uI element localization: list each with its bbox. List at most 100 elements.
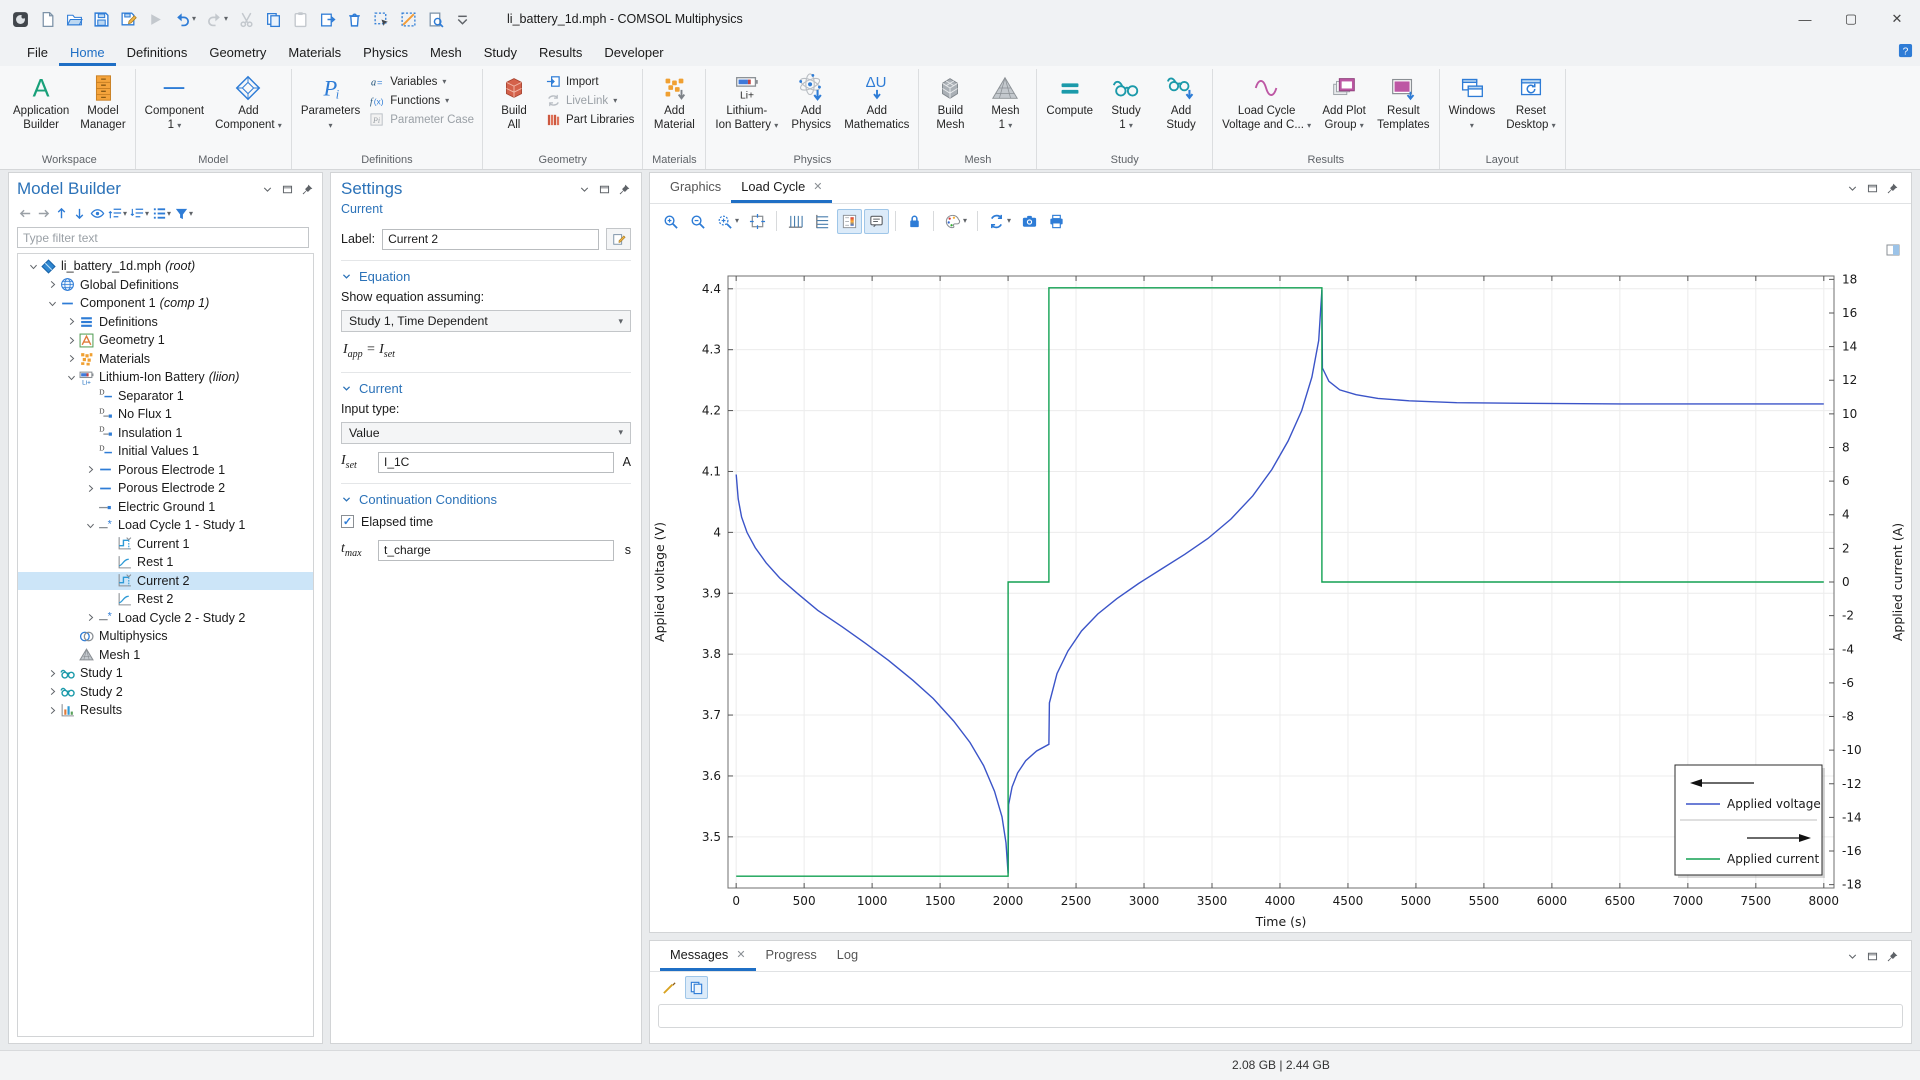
tab-messages[interactable]: Messages✕	[660, 941, 756, 971]
chevron-down-button[interactable]	[1846, 182, 1859, 195]
zoom-box-button[interactable]: ▾	[712, 209, 743, 234]
nav-back-button[interactable]	[17, 205, 34, 222]
play-button[interactable]	[145, 9, 166, 30]
clear-log-button[interactable]	[658, 976, 681, 999]
menu-physics[interactable]: Physics	[352, 41, 419, 66]
zoom-out-button[interactable]	[685, 209, 710, 234]
ribbon-load-cycle-voltage-and-c[interactable]: Load CycleVoltage and C... ▾	[1217, 69, 1316, 133]
current-section-header[interactable]: Current	[341, 381, 631, 402]
tree-item-no-flux-1[interactable]: DNo Flux 1	[18, 405, 313, 424]
ribbon-add-component[interactable]: AddComponent ▾	[210, 69, 287, 133]
ribbon-add-study[interactable]: AddStudy	[1154, 69, 1208, 133]
iset-input[interactable]	[378, 452, 614, 473]
expander-icon[interactable]	[83, 612, 98, 623]
ribbon-add-plot-group[interactable]: Add PlotGroup ▾	[1317, 69, 1371, 133]
ribbon-add-material[interactable]: AddMaterial	[647, 69, 701, 133]
save-as-button[interactable]	[118, 9, 139, 30]
undo-button[interactable]: ▾	[172, 9, 198, 30]
tree-item-results[interactable]: Results	[18, 701, 313, 720]
toolbar-overflow-button[interactable]	[452, 9, 473, 30]
paste-button[interactable]	[290, 9, 311, 30]
tree-item-porous-electrode-2[interactable]: Porous Electrode 2	[18, 479, 313, 498]
select-box-button[interactable]	[371, 9, 392, 30]
expander-icon[interactable]	[45, 298, 60, 309]
image-settings-button[interactable]: ▾	[940, 209, 971, 234]
equation-section-header[interactable]: Equation	[341, 269, 631, 290]
ribbon-part-libraries[interactable]: Part Libraries	[542, 111, 638, 128]
comsol-logo-button[interactable]	[10, 9, 31, 30]
expander-icon[interactable]	[26, 261, 41, 272]
model-tree-nodes-button[interactable]: ▾	[151, 205, 172, 222]
lock-button[interactable]	[902, 209, 927, 234]
ribbon-livelink[interactable]: LiveLink▾	[542, 92, 638, 109]
tree-item-geometry-1[interactable]: Geometry 1	[18, 331, 313, 350]
tmax-input[interactable]	[378, 540, 614, 561]
preview-button[interactable]	[425, 9, 446, 30]
snapshot-button[interactable]	[1017, 209, 1042, 234]
annotations-button[interactable]	[864, 209, 889, 234]
tree-item-lithium-ion-battery[interactable]: Li+Lithium-Ion Battery(liion)	[18, 368, 313, 387]
ribbon-functions[interactable]: f(x)Functions▾	[366, 92, 478, 109]
label-input[interactable]	[382, 229, 599, 250]
chevron-down-button[interactable]	[578, 183, 591, 196]
pin-button[interactable]	[1886, 950, 1899, 963]
copy-button[interactable]	[263, 9, 284, 30]
tab-load-cycle[interactable]: Load Cycle✕	[731, 173, 832, 203]
ribbon-study-1[interactable]: Study1 ▾	[1099, 69, 1153, 133]
expander-icon[interactable]	[64, 353, 79, 364]
move-up-button[interactable]	[53, 205, 70, 222]
maximize-button[interactable]: ▢	[1828, 0, 1874, 38]
menu-file[interactable]: File	[16, 41, 59, 66]
tab-progress[interactable]: Progress	[756, 941, 827, 971]
expander-icon[interactable]	[45, 686, 60, 697]
y-grid-button[interactable]	[810, 209, 835, 234]
zoom-in-button[interactable]	[658, 209, 683, 234]
expander-icon[interactable]	[64, 372, 79, 383]
menu-materials[interactable]: Materials	[277, 41, 352, 66]
help-button[interactable]: ?	[1898, 43, 1913, 58]
cut-button[interactable]	[236, 9, 257, 30]
plot-panel-icon[interactable]	[1885, 242, 1901, 258]
tab-graphics[interactable]: Graphics	[660, 173, 731, 203]
copy-text-button[interactable]	[685, 976, 708, 999]
expander-icon[interactable]	[45, 705, 60, 716]
tree-item-study-1[interactable]: Study 1	[18, 664, 313, 683]
expander-icon[interactable]	[45, 668, 60, 679]
ribbon-add-mathematics[interactable]: ΔUAddMathematics	[839, 69, 914, 133]
tree-item-load-cycle-2-study-2[interactable]: *Load Cycle 2 - Study 2	[18, 609, 313, 628]
tree-item-multiphysics[interactable]: Multiphysics	[18, 627, 313, 646]
ribbon-variables[interactable]: a=Variables▾	[366, 73, 478, 90]
filter-button[interactable]: ▾	[173, 205, 194, 222]
ribbon-application-builder[interactable]: AApplicationBuilder	[8, 69, 74, 133]
zoom-extents-button[interactable]	[745, 209, 770, 234]
print-button[interactable]	[1044, 209, 1069, 234]
move-down-button[interactable]	[71, 205, 88, 222]
ribbon-parameter-case[interactable]: PiParameter Case	[366, 111, 478, 128]
tab-log[interactable]: Log	[827, 941, 868, 971]
ribbon-mesh-1[interactable]: Mesh1 ▾	[978, 69, 1032, 133]
tree-item-load-cycle-1-study-1[interactable]: *Load Cycle 1 - Study 1	[18, 516, 313, 535]
close-tab-icon[interactable]: ✕	[813, 180, 822, 193]
expander-icon[interactable]	[64, 335, 79, 346]
ribbon-lithium-ion-battery[interactable]: Li+Lithium-Ion Battery ▾	[710, 69, 783, 133]
ribbon-model-manager[interactable]: ModelManager	[75, 69, 130, 133]
color-legend-button[interactable]	[837, 209, 862, 234]
tree-item-component-1[interactable]: Component 1(comp 1)	[18, 294, 313, 313]
new-file-button[interactable]	[37, 9, 58, 30]
float-panel-button[interactable]	[1866, 950, 1879, 963]
ribbon-component-1[interactable]: Component1 ▾	[140, 69, 209, 133]
ribbon-compute[interactable]: Compute	[1041, 69, 1098, 119]
minimize-button[interactable]: —	[1782, 0, 1828, 38]
elapsed-time-checkbox[interactable]	[341, 515, 354, 528]
expander-icon[interactable]	[64, 316, 79, 327]
menu-geometry[interactable]: Geometry	[198, 41, 277, 66]
tree-item-separator-1[interactable]: DSeparator 1	[18, 387, 313, 406]
tree-item-rest-2[interactable]: Rest 2	[18, 590, 313, 609]
duplicate-button[interactable]	[317, 9, 338, 30]
tree-item-definitions[interactable]: Definitions	[18, 313, 313, 332]
equation-assuming-select[interactable]: Study 1, Time Dependent ▾	[341, 310, 631, 332]
tree-item-materials[interactable]: Materials	[18, 350, 313, 369]
ribbon-build-mesh[interactable]: BuildMesh	[923, 69, 977, 133]
input-type-select[interactable]: Value ▾	[341, 422, 631, 444]
deselect-box-button[interactable]	[398, 9, 419, 30]
